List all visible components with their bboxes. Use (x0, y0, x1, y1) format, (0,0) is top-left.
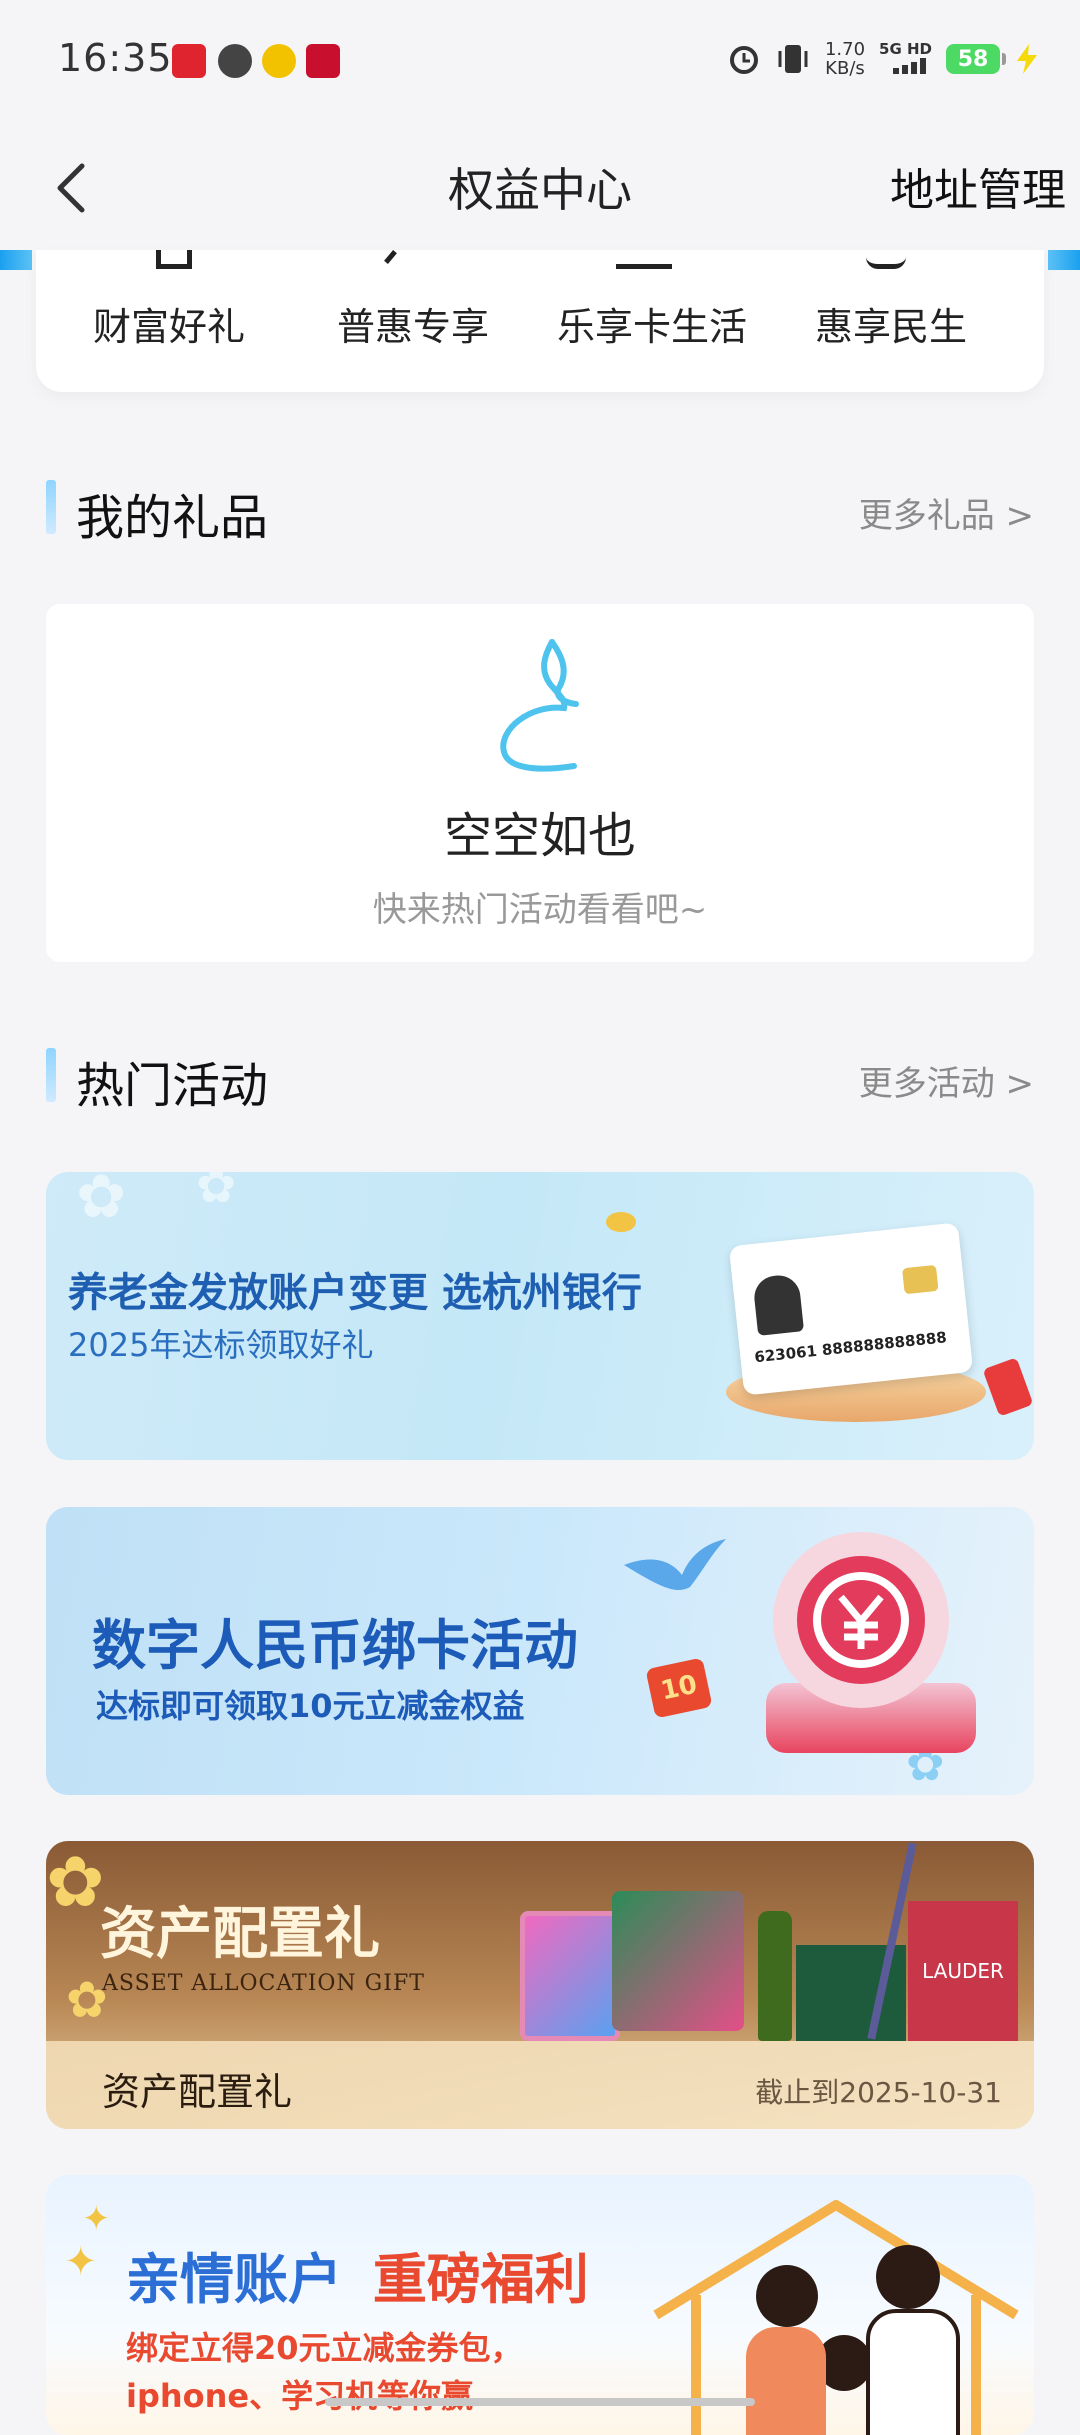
network-type: 5G HD (879, 39, 932, 58)
banner-subtitle-line2: iphone、学习机等你赢 (126, 2377, 474, 2415)
banner-subtitle: 达标即可领取10元立减金权益 (96, 1687, 525, 1725)
card-avatar (752, 1273, 805, 1336)
card-number: 623061 888888888888 (753, 1328, 948, 1367)
gift-box-product (612, 1891, 744, 2031)
app-notification-icon (172, 44, 206, 78)
cosmetics-box-product: LAUDER (908, 1901, 1018, 2041)
empty-subtitle: 快来热门活动看看吧~ (372, 890, 708, 930)
olive-oil-product (758, 1911, 792, 2041)
network-indicator: 5G HD (879, 39, 932, 78)
network-speed: 1.70 KB/s (825, 40, 865, 78)
sparkle-icon: ✦ (64, 2239, 98, 2285)
status-time: 16:35 (58, 36, 173, 80)
coupon-badge: 10 (645, 1657, 713, 1719)
category-icon (384, 250, 397, 264)
product-brand-text: LAUDER (922, 1959, 1004, 1983)
banner-title: 数字人民币绑卡活动 (92, 1614, 578, 1677)
more-activities-link[interactable]: 更多活动 > (859, 1056, 1034, 1105)
title-part-1: 亲情账户 (126, 2248, 342, 2311)
family-account-banner[interactable]: ✦ ✦ 亲情账户 重磅福利 绑定立得20元立减金券包， iphone、学习机等你… (46, 2175, 1034, 2435)
blossom-decoration: ✿ (46, 1841, 105, 1923)
empty-title: 空空如也 (443, 808, 636, 864)
bank-app-icon (306, 44, 340, 78)
gifts-empty-state: 空空如也 快来热门活动看看吧~ (46, 604, 1034, 962)
vibrate-icon (778, 45, 808, 73)
section-accent-bar (46, 1048, 56, 1102)
sparkle-icon: ✦ (82, 2199, 111, 2239)
message-icon (218, 44, 252, 78)
title-part-2: 重磅福利 (372, 2248, 589, 2311)
section-title: 热门活动 (76, 1058, 269, 1114)
more-gifts-link[interactable]: 更多礼品 > (859, 488, 1034, 537)
battery-icon: 58 (946, 44, 1006, 74)
red-envelope-illustration (982, 1357, 1034, 1417)
banner-title: 养老金发放账户变更 选杭州银行 (68, 1270, 642, 1316)
section-accent-bar (46, 480, 56, 534)
coupon-value: 10 (658, 1669, 700, 1707)
category-icon (616, 250, 672, 269)
person-body (746, 2327, 826, 2435)
flower-decoration: ✿ (76, 1172, 127, 1232)
category-icon (156, 250, 192, 269)
banner-subtitle: 2025年达标领取好礼 (68, 1326, 374, 1364)
battery-level: 58 (957, 46, 989, 72)
header-edge-decoration (0, 250, 32, 270)
flower-decoration: ✿ (196, 1172, 237, 1214)
footer-label: 资产配置礼 (102, 2070, 293, 2114)
person-head (756, 2265, 818, 2327)
category-wealth-gift[interactable]: 财富好礼 (84, 296, 254, 351)
banner-subtitle-line1: 绑定立得20元立减金券包， (126, 2329, 523, 2367)
category-inclusive[interactable]: 普惠专享 (328, 296, 498, 351)
category-label: 惠享民生 (814, 305, 967, 349)
hot-activities-header: 热门活动 更多活动 > (46, 1046, 1034, 1114)
category-label: 乐享卡生活 (556, 305, 747, 349)
my-gifts-header: 我的礼品 更多礼品 > (46, 478, 1034, 546)
category-label: 普惠专享 (336, 305, 489, 349)
banner-title: 资产配置礼 (100, 1901, 380, 1967)
deadline-text: 截止到2025-10-31 (755, 2076, 1002, 2109)
banner-title-en: ASSET ALLOCATION GIFT (102, 1971, 425, 1996)
category-icon (866, 250, 906, 269)
digital-rmb-banner[interactable]: ✿ 数字人民币绑卡活动 达标即可领取10元立减金权益 10 (46, 1507, 1034, 1795)
digital-rmb-coin-icon (773, 1532, 949, 1708)
category-label: 财富好礼 (92, 305, 245, 349)
banner-footer: 资产配置礼 截止到2025-10-31 (46, 2041, 1034, 2129)
speed-unit: KB/s (825, 58, 865, 79)
card-chip (902, 1264, 939, 1295)
category-card: 财富好礼 普惠专享 乐享卡生活 惠享民生 (36, 250, 1044, 392)
section-title: 我的礼品 (76, 490, 269, 546)
alarm-icon (729, 46, 758, 74)
charging-icon (1017, 44, 1037, 74)
person-head (876, 2245, 940, 2309)
coin-icon (262, 44, 296, 78)
home-indicator (325, 2398, 755, 2406)
person-body (866, 2309, 960, 2435)
nav-bar: 权益中心 地址管理 (0, 128, 1080, 250)
gourd-icon (500, 639, 579, 772)
category-card-life[interactable]: 乐享卡生活 (552, 296, 752, 351)
banner-title: 亲情账户 重磅福利 (126, 2235, 589, 2314)
asset-allocation-banner[interactable]: ✿ ✿ 资产配置礼 ASSET ALLOCATION GIFT LAUDER 资… (46, 1841, 1034, 2129)
category-livelihood[interactable]: 惠享民生 (806, 296, 976, 351)
speed-value: 1.70 (824, 39, 866, 60)
address-manage-button[interactable]: 地址管理 (890, 154, 1066, 218)
bank-card-illustration: 623061 888888888888 (728, 1222, 974, 1396)
pension-account-banner[interactable]: ✿ ✿ 养老金发放账户变更 选杭州银行 2025年达标领取好礼 623061 8… (46, 1172, 1034, 1460)
gold-coin-illustration (606, 1212, 636, 1232)
signal-icon (892, 57, 926, 74)
tablet-product (520, 1911, 620, 2041)
header-edge-decoration (1048, 250, 1080, 270)
bird-icon (624, 1539, 726, 1591)
family-illustration (726, 2215, 986, 2435)
status-bar: 16:35 1.70 KB/s 5G HD 58 (0, 0, 1080, 128)
